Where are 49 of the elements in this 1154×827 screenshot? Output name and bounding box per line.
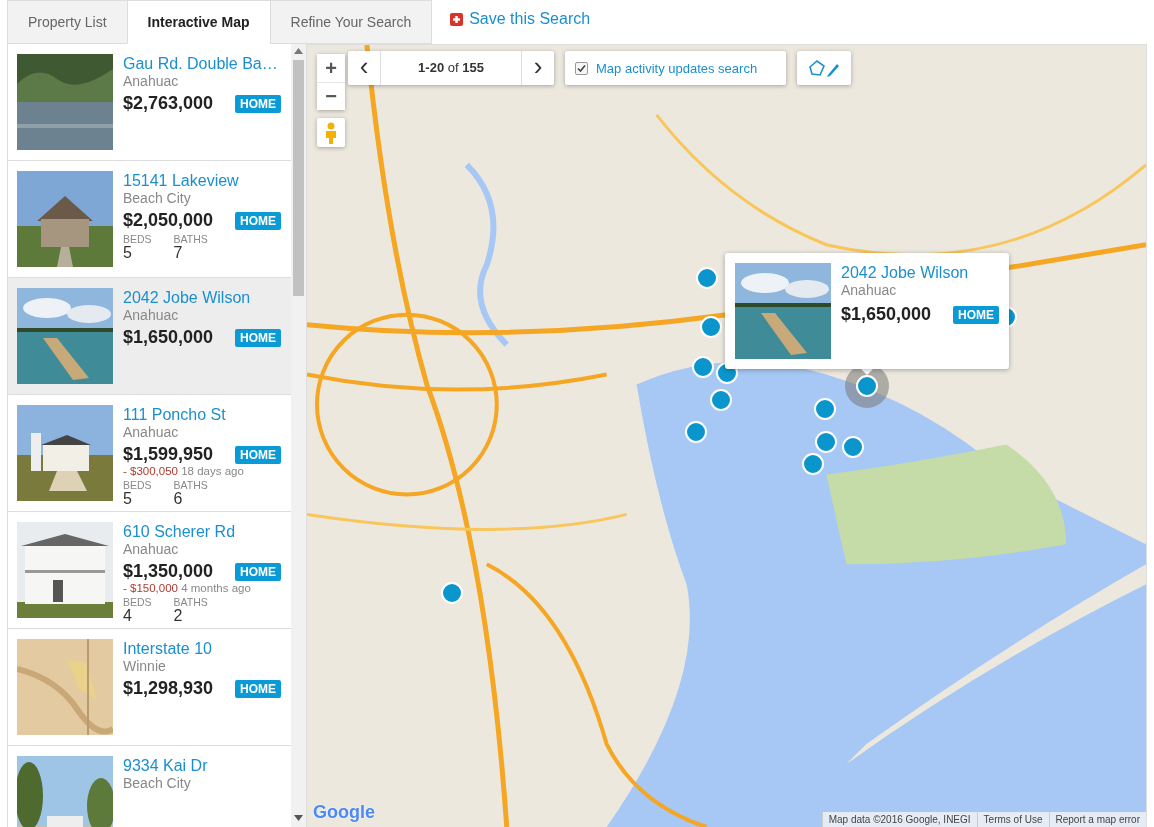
listing-title-link[interactable]: 111 Poncho St <box>123 405 281 424</box>
baths-count: 6 <box>173 491 184 507</box>
home-tag: HOME <box>235 445 281 464</box>
home-tag: HOME <box>235 94 281 113</box>
listing-price: $1,650,000 <box>123 327 214 348</box>
listing-city: Anahuac <box>123 541 180 557</box>
beds-count: 4 <box>123 608 133 624</box>
baths-count: 7 <box>173 245 184 261</box>
tab[interactable]: Property List <box>7 0 127 44</box>
baths-count: 2 <box>173 608 184 624</box>
baths-label: BATHS <box>173 480 208 491</box>
beds-count: 5 <box>123 245 133 261</box>
scroll-down-icon <box>294 815 303 821</box>
home-tag: HOME <box>235 562 281 581</box>
plus-icon <box>450 12 464 26</box>
listing-title-link[interactable]: Gau Rd. Double Ba… <box>123 54 281 73</box>
price-change-note: - $300,050 18 days ago <box>123 465 245 477</box>
home-tag: HOME <box>235 328 281 347</box>
listing-title-link[interactable]: 9334 Kai Dr <box>123 756 281 775</box>
beds-label: BEDS <box>123 234 152 245</box>
listing-city: Anahuac <box>123 424 180 440</box>
beds-label: BEDS <box>123 480 152 491</box>
listing-title-link[interactable]: Interstate 10 <box>123 639 281 658</box>
listing-price: $2,763,000 <box>123 93 214 114</box>
listing-card[interactable]: 2042 Jobe Wilson Anahuac $1,650,000 HOME <box>8 278 291 395</box>
scrollbar[interactable] <box>291 44 306 827</box>
beds-label: BEDS <box>123 597 152 608</box>
beds-count: 5 <box>123 491 133 507</box>
tab[interactable]: Refine Your Search <box>269 0 433 44</box>
scroll-thumb[interactable] <box>293 60 304 296</box>
listing-title-link[interactable]: 15141 Lakeview <box>123 171 281 190</box>
home-tag: HOME <box>235 211 281 230</box>
listing-city: Winnie <box>123 658 167 674</box>
tab[interactable]: Interactive Map <box>126 0 270 44</box>
price-change-note: - $150,000 4 months ago <box>123 582 252 594</box>
listing-price: $2,050,000 <box>123 210 214 231</box>
home-tag: HOME <box>235 679 281 698</box>
listing-price: $1,350,000 <box>123 561 214 582</box>
listing-title-link[interactable]: 610 Scherer Rd <box>123 522 281 541</box>
listing-city: Beach City <box>123 775 192 791</box>
scroll-up-icon <box>294 48 303 54</box>
listing-city: Beach City <box>123 190 192 206</box>
listing-price: $1,599,950 <box>123 444 214 465</box>
baths-label: BATHS <box>173 234 208 245</box>
listing-city: Anahuac <box>123 307 180 323</box>
listing-price: $1,298,930 <box>123 678 214 699</box>
baths-label: BATHS <box>173 597 208 608</box>
save-search-link[interactable]: Save this Search <box>450 0 591 44</box>
listing-city: Anahuac <box>123 73 180 89</box>
